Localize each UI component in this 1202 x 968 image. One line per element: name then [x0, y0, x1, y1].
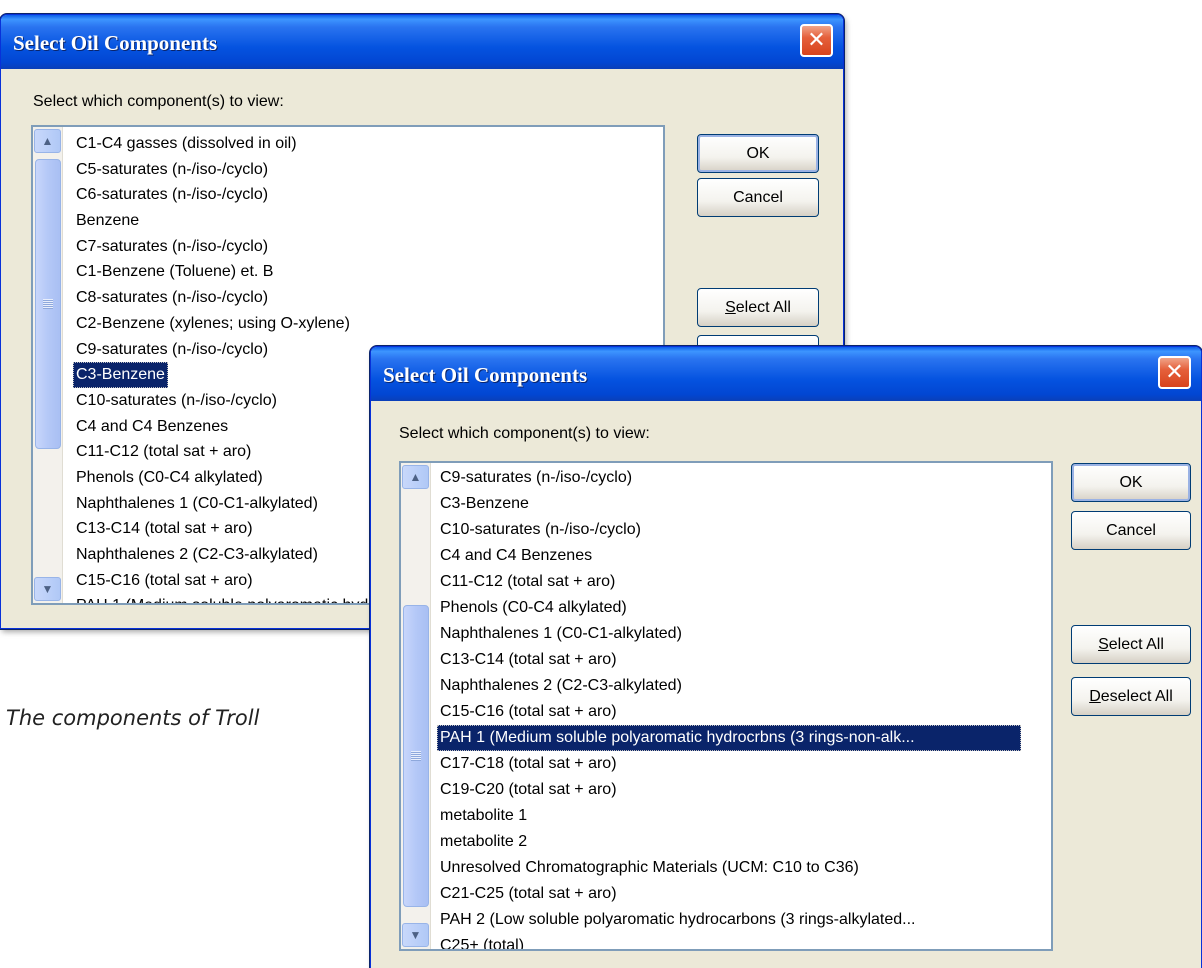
list-item[interactable]: C9-saturates (n-/iso-/cyclo) — [437, 465, 635, 491]
list-item[interactable]: C9-saturates (n-/iso-/cyclo) — [73, 337, 271, 363]
component-prompt: Select which component(s) to view: — [33, 93, 284, 110]
list-item[interactable]: metabolite 2 — [437, 829, 530, 855]
list-item[interactable]: C11-C12 (total sat + aro) — [437, 569, 618, 595]
list-item[interactable]: Unresolved Chromatographic Materials (UC… — [437, 855, 862, 881]
list-item[interactable]: C15-C16 (total sat + aro) — [437, 699, 620, 725]
deselect-all-accelerator: D — [1089, 688, 1101, 705]
list-item[interactable]: Naphthalenes 2 (C2-C3-alkylated) — [73, 542, 321, 568]
list-item[interactable]: C1-C4 gasses (dissolved in oil) — [73, 131, 300, 157]
vertical-scrollbar[interactable]: ▲ ▼ — [33, 127, 63, 603]
list-item[interactable]: C8-saturates (n-/iso-/cyclo) — [73, 285, 271, 311]
list-item[interactable]: C15-C16 (total sat + aro) — [73, 568, 256, 594]
list-item[interactable]: C13-C14 (total sat + aro) — [437, 647, 620, 673]
list-item[interactable]: C10-saturates (n-/iso-/cyclo) — [437, 517, 644, 543]
ok-button[interactable]: OK — [1071, 463, 1191, 502]
select-all-button[interactable]: Select All — [1071, 625, 1191, 664]
list-item[interactable]: C25+ (total) — [437, 933, 527, 949]
scrollbar-thumb[interactable] — [403, 605, 429, 907]
cancel-button[interactable]: Cancel — [697, 178, 819, 217]
component-prompt: Select which component(s) to view: — [399, 425, 650, 442]
list-item[interactable]: C3-Benzene — [73, 362, 168, 388]
select-oil-components-dialog-front: Select Oil Components ✕ Select which com… — [370, 346, 1202, 968]
close-button[interactable]: ✕ — [800, 24, 833, 57]
chevron-up-icon: ▲ — [409, 470, 422, 484]
chevron-down-icon: ▼ — [41, 582, 54, 596]
list-item[interactable]: C1-Benzene (Toluene) et. B — [73, 259, 276, 285]
list-item[interactable]: PAH 1 (Medium soluble polyaromatic hydro… — [437, 725, 1021, 751]
select-all-accelerator: S — [1098, 636, 1109, 653]
grip-icon — [411, 751, 421, 761]
cancel-button[interactable]: Cancel — [1071, 511, 1191, 550]
ok-button[interactable]: OK — [697, 134, 819, 173]
chevron-down-icon: ▼ — [409, 928, 422, 942]
select-all-label: elect All — [1108, 636, 1164, 653]
list-item[interactable]: Naphthalenes 1 (C0-C1-alkylated) — [437, 621, 685, 647]
scrollbar-thumb[interactable] — [35, 159, 61, 449]
list-item[interactable]: C7-saturates (n-/iso-/cyclo) — [73, 234, 271, 260]
close-icon: ✕ — [1165, 360, 1184, 385]
list-item[interactable]: C6-saturates (n-/iso-/cyclo) — [73, 182, 271, 208]
title-bar[interactable]: Select Oil Components ✕ — [1, 15, 843, 69]
component-list: C9-saturates (n-/iso-/cyclo) C3-Benzene C1… — [437, 465, 1051, 949]
components-listbox[interactable]: ▲ ▼ C9-saturates (n-/iso-/cyclo) C3-Benze… — [399, 461, 1053, 951]
close-button[interactable]: ✕ — [1158, 356, 1191, 389]
title-bar[interactable]: Select Oil Components ✕ — [371, 347, 1201, 401]
list-item[interactable]: C21-C25 (total sat + aro) — [437, 881, 620, 907]
list-item[interactable]: C5-saturates (n-/iso-/cyclo) — [73, 157, 271, 183]
dialog-title: Select Oil Components — [383, 363, 588, 387]
chevron-up-icon: ▲ — [41, 134, 54, 148]
select-all-accelerator: S — [725, 299, 736, 316]
vertical-scrollbar[interactable]: ▲ ▼ — [401, 463, 431, 949]
scroll-down-button[interactable]: ▼ — [34, 577, 61, 601]
list-item[interactable]: C2-Benzene (xylenes; using O-xylene) — [73, 311, 353, 337]
list-item[interactable]: Phenols (C0-C4 alkylated) — [73, 465, 266, 491]
figure-caption: The components of Troll — [6, 706, 260, 730]
list-item[interactable]: C11-C12 (total sat + aro) — [73, 439, 254, 465]
dialog-title: Select Oil Components — [13, 31, 218, 55]
list-item[interactable]: C10-saturates (n-/iso-/cyclo) — [73, 388, 280, 414]
deselect-all-button[interactable]: Deselect All — [1071, 677, 1191, 716]
list-item[interactable]: C19-C20 (total sat + aro) — [437, 777, 620, 803]
list-item[interactable]: Naphthalenes 2 (C2-C3-alkylated) — [437, 673, 685, 699]
scroll-down-button[interactable]: ▼ — [402, 923, 429, 947]
close-icon: ✕ — [807, 28, 826, 53]
list-item[interactable]: metabolite 1 — [437, 803, 530, 829]
list-item[interactable]: Benzene — [73, 208, 142, 234]
grip-icon — [43, 299, 53, 309]
list-item[interactable]: C3-Benzene — [437, 491, 532, 517]
list-item[interactable]: C13-C14 (total sat + aro) — [73, 516, 256, 542]
list-item[interactable]: C4 and C4 Benzenes — [437, 543, 595, 569]
list-item[interactable]: Naphthalenes 1 (C0-C1-alkylated) — [73, 491, 321, 517]
list-item[interactable]: C4 and C4 Benzenes — [73, 414, 231, 440]
select-all-label: elect All — [735, 299, 791, 316]
scroll-up-button[interactable]: ▲ — [34, 129, 61, 153]
select-all-button[interactable]: Select All — [697, 288, 819, 327]
scroll-up-button[interactable]: ▲ — [402, 465, 429, 489]
list-item[interactable]: PAH 2 (Low soluble polyaromatic hydrocar… — [437, 907, 918, 933]
list-item[interactable]: Phenols (C0-C4 alkylated) — [437, 595, 630, 621]
list-item[interactable]: C17-C18 (total sat + aro) — [437, 751, 620, 777]
deselect-all-label: eselect All — [1100, 688, 1173, 705]
